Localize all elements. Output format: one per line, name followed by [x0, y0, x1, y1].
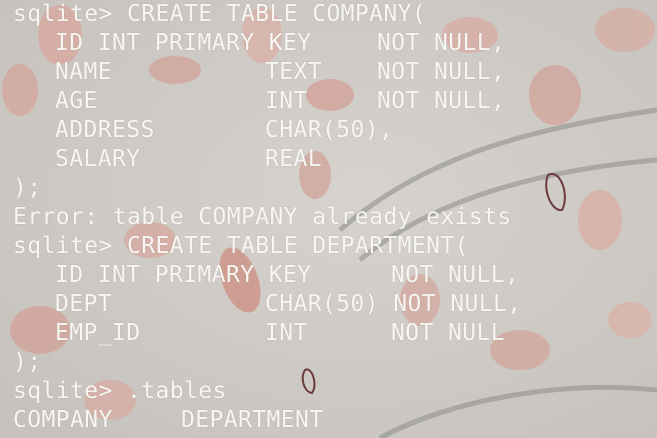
- column-type: INT: [265, 88, 308, 114]
- column-name: NAME: [55, 59, 112, 85]
- column-definition: ID INT PRIMARY KEY: [55, 30, 312, 56]
- column-name: ADDRESS: [55, 117, 155, 143]
- column-type: REAL: [265, 146, 322, 172]
- terminal-line: COMPANY DEPARTMENT: [13, 406, 653, 435]
- command-text: sqlite> CREATE TABLE COMPANY(: [13, 1, 427, 27]
- statement-end: );: [13, 349, 42, 375]
- terminal-line: ID INT PRIMARY KEY NOT NULL,: [13, 29, 653, 58]
- column-type: CHAR(50) NOT NULL,: [265, 291, 522, 317]
- terminal-line: ADDRESS CHAR(50),: [13, 116, 653, 145]
- column-constraint: NOT NULL: [391, 320, 505, 346]
- terminal-line: );: [13, 174, 653, 203]
- table-name: COMPANY: [13, 407, 113, 433]
- table-name: DEPARTMENT: [181, 407, 324, 433]
- statement-end: );: [13, 175, 42, 201]
- column-constraint: NOT NULL,: [391, 262, 520, 288]
- column-name: DEPT: [55, 291, 112, 317]
- column-definition: ID INT PRIMARY KEY: [55, 262, 312, 288]
- column-constraint: NOT NULL,: [377, 30, 506, 56]
- column-name: SALARY: [55, 146, 141, 172]
- terminal-line: DEPT CHAR(50) NOT NULL,: [13, 290, 653, 319]
- terminal-line: ID INT PRIMARY KEY NOT NULL,: [13, 261, 653, 290]
- column-name: AGE: [55, 88, 98, 114]
- column-constraint: NOT NULL,: [377, 59, 506, 85]
- terminal-line: EMP_ID INT NOT NULL: [13, 319, 653, 348]
- command-text: sqlite> CREATE TABLE DEPARTMENT(: [13, 233, 469, 259]
- column-type: TEXT: [265, 59, 322, 85]
- column-type: INT: [265, 320, 308, 346]
- terminal-line: AGE INT NOT NULL,: [13, 87, 653, 116]
- terminal-line: NAME TEXT NOT NULL,: [13, 58, 653, 87]
- terminal-line: sqlite> .tables: [13, 377, 653, 406]
- command-text: sqlite> .tables: [13, 378, 227, 404]
- error-message: Error: table COMPANY already exists: [13, 204, 512, 230]
- terminal-line: );: [13, 348, 653, 377]
- terminal-line: sqlite> CREATE TABLE DEPARTMENT(: [13, 232, 653, 261]
- column-constraint: NOT NULL,: [377, 88, 506, 114]
- terminal-output: sqlite> CREATE TABLE COMPANY( ID INT PRI…: [13, 0, 653, 435]
- terminal-line: Error: table COMPANY already exists: [13, 203, 653, 232]
- terminal-line: sqlite> CREATE TABLE COMPANY(: [13, 0, 653, 29]
- column-type: CHAR(50),: [265, 117, 394, 143]
- column-name: EMP_ID: [55, 320, 141, 346]
- terminal-line: SALARY REAL: [13, 145, 653, 174]
